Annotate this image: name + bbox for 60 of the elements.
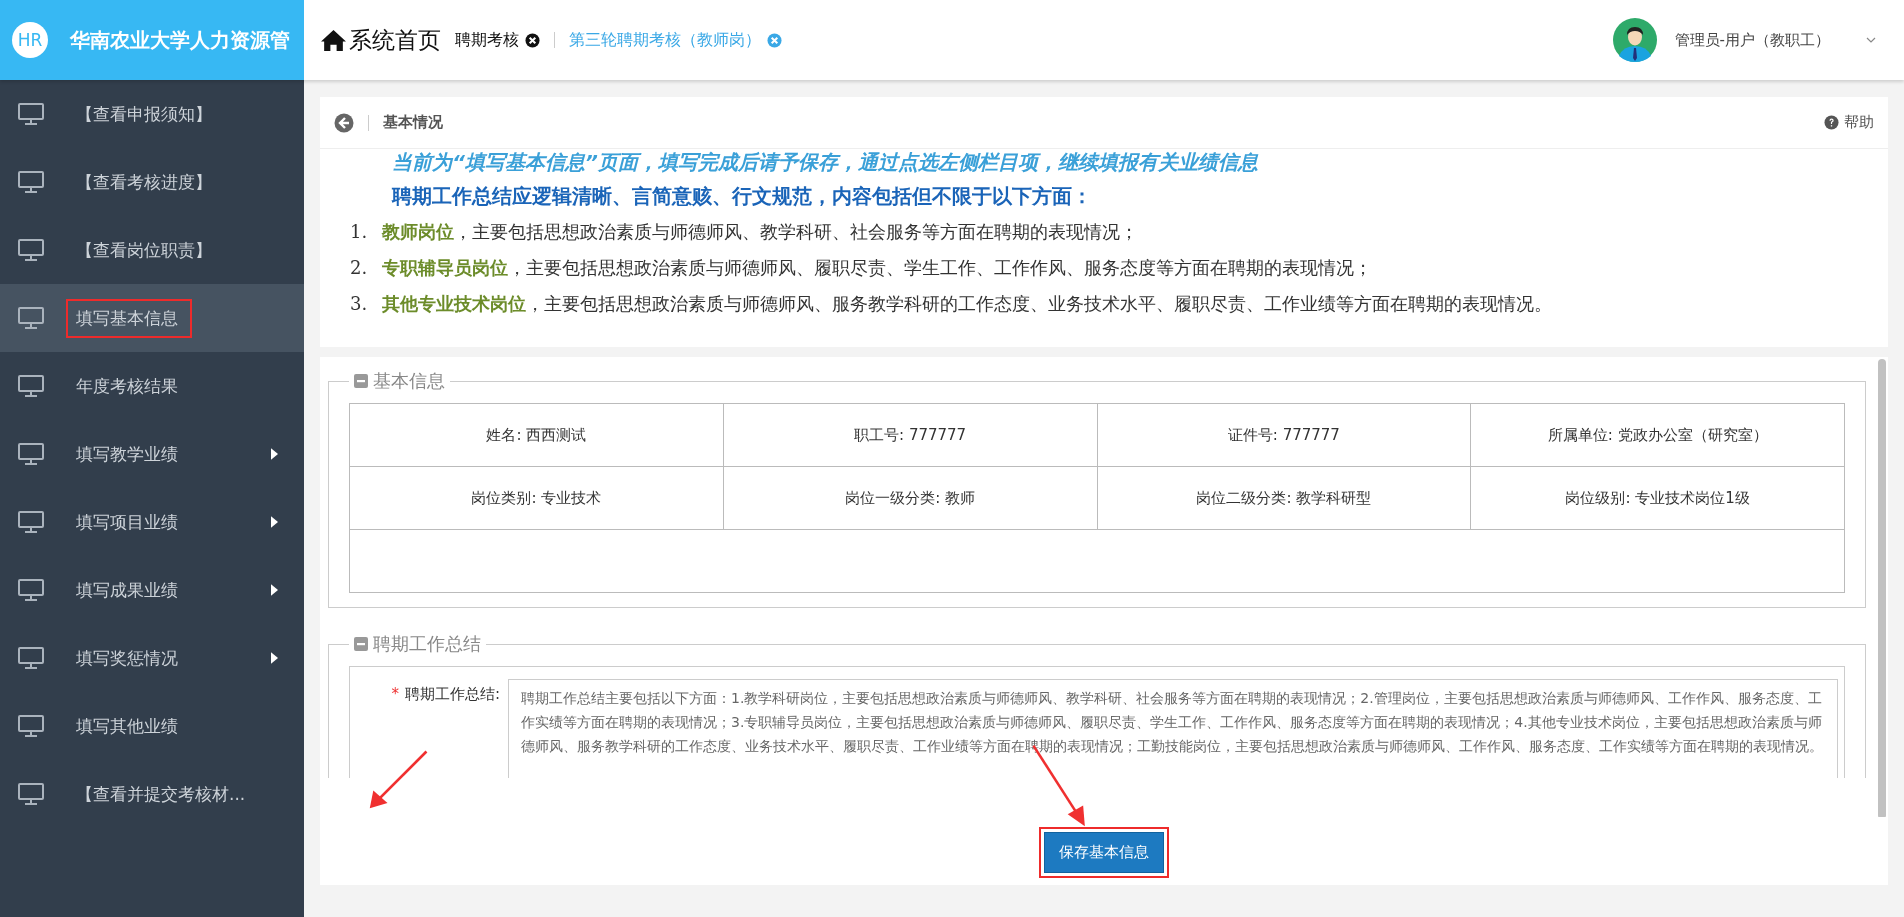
- logo-icon: HR: [12, 22, 48, 58]
- monitor-icon: [18, 579, 44, 601]
- sidebar-item[interactable]: 【查看申报须知】: [0, 80, 304, 148]
- section-title: 基本信息: [373, 369, 445, 393]
- collapse-icon[interactable]: [354, 374, 368, 388]
- monitor-icon: [18, 443, 44, 465]
- monitor-icon: [18, 239, 44, 261]
- section-title: 聘期工作总结: [373, 632, 481, 656]
- home-icon: [320, 28, 347, 52]
- table-cell: 岗位一级分类: 教师: [723, 466, 1097, 530]
- monitor-icon: [18, 715, 44, 737]
- instruction-heading: 聘期工作总结应逻辑清晰、言简意赅、行文规范，内容包括但不限于以下方面：: [390, 183, 1093, 210]
- avatar-icon: [1612, 18, 1657, 62]
- monitor-icon: [18, 783, 44, 805]
- monitor-icon: [18, 103, 44, 125]
- help-icon: [1824, 115, 1839, 130]
- help-link[interactable]: 帮助: [1824, 113, 1874, 132]
- field-label: 聘期工作总结:: [404, 685, 500, 703]
- sidebar-item[interactable]: 填写教学业绩: [0, 420, 304, 488]
- sidebar-item[interactable]: 【查看岗位职责】: [0, 216, 304, 284]
- instruction-item: 教师岗位，主要包括思想政治素质与师德师风、教学科研、社会服务等方面在聘期的表现情况；: [382, 220, 1138, 244]
- monitor-icon: [18, 647, 44, 669]
- table-cell: 所属单位: 党政办公室（研究室）: [1470, 403, 1845, 467]
- save-button[interactable]: 保存基本信息: [1044, 832, 1164, 873]
- app-title: 华南农业大学人力资源管: [70, 26, 290, 54]
- sidebar-item[interactable]: 【查看并提交考核材...: [0, 760, 304, 828]
- back-icon[interactable]: [334, 112, 354, 133]
- user-name[interactable]: 管理员-用户（教职工）: [1674, 30, 1830, 50]
- chevron-down-icon[interactable]: [1866, 37, 1876, 43]
- nav-tab[interactable]: 聘期考核: [455, 29, 540, 51]
- monitor-icon: [18, 375, 44, 397]
- sidebar-item[interactable]: 填写项目业绩: [0, 488, 304, 556]
- list-number: 2.: [350, 256, 369, 280]
- annotation-arrow: [368, 748, 430, 810]
- sidebar-item[interactable]: 填写其他业绩: [0, 692, 304, 760]
- monitor-icon: [18, 307, 44, 329]
- list-number: 3.: [350, 292, 369, 316]
- table-cell: 职工号: 777777: [723, 403, 1097, 467]
- table-cell: 岗位类别: 专业技术: [349, 466, 724, 530]
- monitor-icon: [18, 511, 44, 533]
- table-cell: 证件号: 777777: [1097, 403, 1471, 467]
- scrollbar[interactable]: [1878, 359, 1886, 817]
- table-cell: 岗位级别: 专业技术岗位1级: [1470, 466, 1845, 530]
- required-mark: *: [391, 685, 399, 703]
- notice-text: 当前为“填写基本信息”页面，填写完成后请予保存，通过点选左侧栏目项，继续填报有关业绩信息: [391, 149, 1260, 175]
- sidebar-item[interactable]: 填写奖惩情况: [0, 624, 304, 692]
- table-cell: 岗位二级分类: 教学科研型: [1097, 466, 1471, 530]
- sidebar-item[interactable]: 【查看考核进度】: [0, 148, 304, 216]
- monitor-icon: [18, 171, 44, 193]
- sidebar-item[interactable]: 填写基本信息: [0, 284, 304, 352]
- table-cell: 姓名: 西西测试: [349, 403, 724, 467]
- list-number: 1.: [350, 220, 369, 244]
- instruction-item: 其他专业技术岗位，主要包括思想政治素质与师德师风、服务教学科研的工作态度、业务技术水平、履职尽责、工作业绩等方面在聘期的表现情况。: [382, 292, 1552, 316]
- nav-tab[interactable]: 系统首页: [320, 24, 441, 56]
- close-icon[interactable]: [525, 32, 540, 48]
- sidebar-item[interactable]: 填写成果业绩: [0, 556, 304, 624]
- page-title: 基本情况: [383, 113, 443, 132]
- sidebar-item[interactable]: 年度考核结果: [0, 352, 304, 420]
- collapse-icon[interactable]: [354, 637, 368, 651]
- instruction-item: 专职辅导员岗位，主要包括思想政治素质与师德师风、履职尽责、学生工作、工作作风、服务态度等方面在聘期的表现情况；: [382, 256, 1372, 280]
